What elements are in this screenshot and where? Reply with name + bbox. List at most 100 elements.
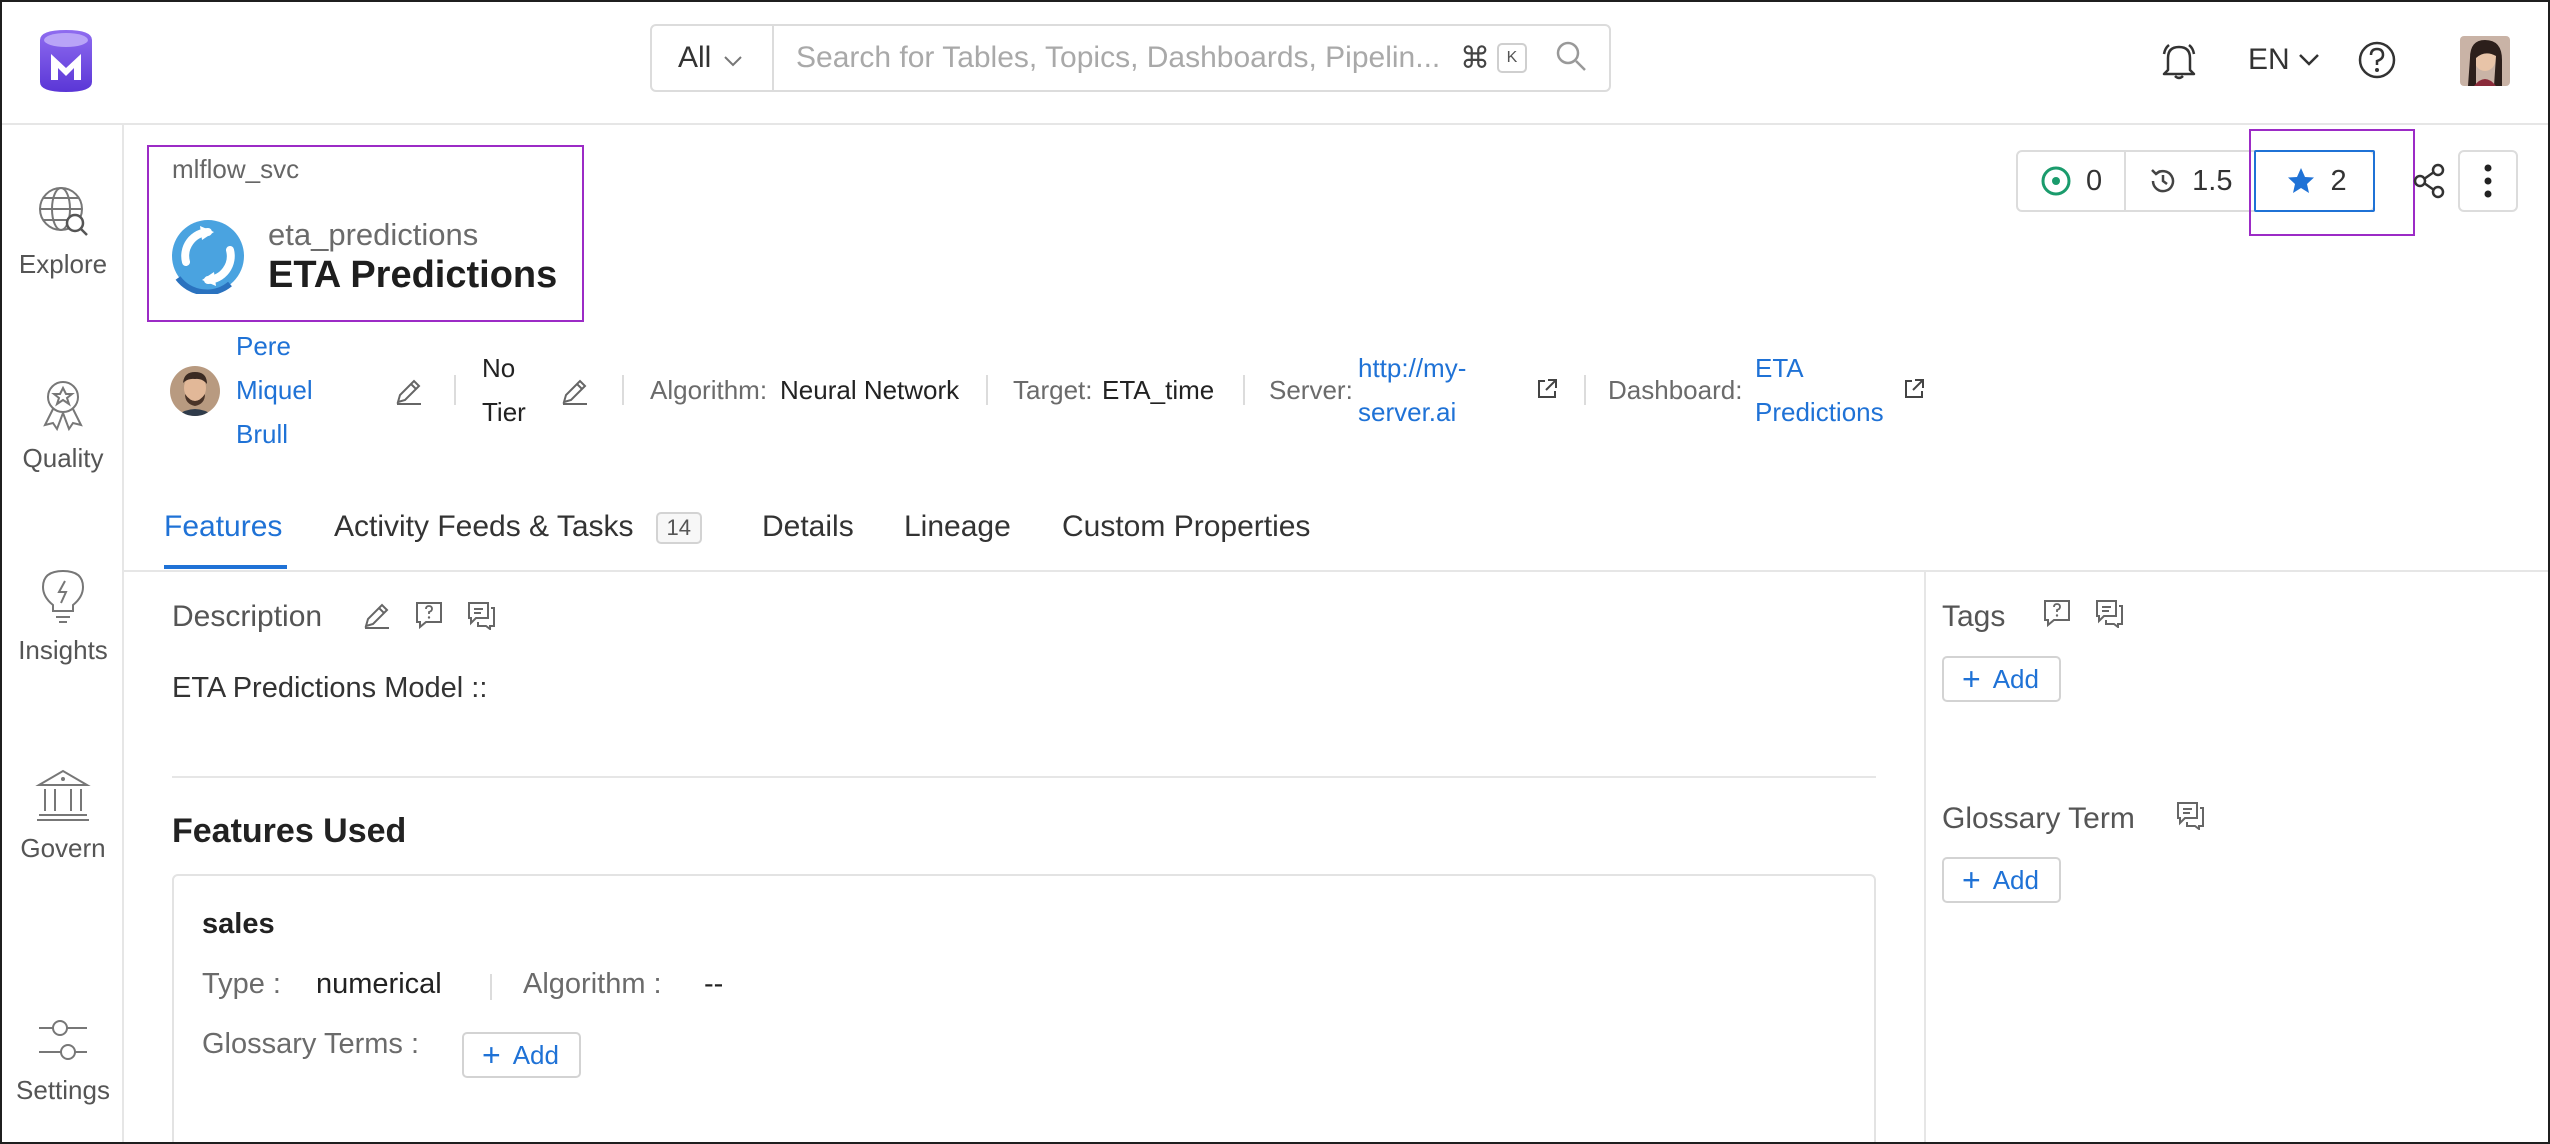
edit-owner-pencil-icon[interactable] — [394, 376, 424, 411]
external-link-icon[interactable] — [1902, 377, 1926, 406]
description-title: Description — [172, 600, 323, 633]
server-link-line1[interactable]: http://my- — [1358, 346, 1466, 390]
version-button[interactable]: 1.5 — [2126, 152, 2257, 210]
description-conversation-icon[interactable] — [466, 600, 496, 635]
tab-features[interactable]: Features — [164, 510, 282, 544]
entity-tabs: Features Activity Feeds & Tasks 14 Detail… — [124, 492, 2548, 572]
explore-globe-icon — [39, 187, 88, 236]
follow-button[interactable]: 0 — [2018, 152, 2127, 210]
nav-insights-label: Insights — [18, 635, 108, 665]
chevron-down-icon — [723, 41, 743, 75]
add-label: Add — [512, 1039, 559, 1070]
language-value: EN — [2248, 43, 2290, 76]
search-input[interactable]: Search for Tables, Topics, Dashboards, P… — [774, 41, 1453, 75]
entity-name: eta_predictions — [268, 217, 479, 252]
nav-govern[interactable]: Govern — [2, 767, 124, 864]
feature-type-label: Type : — [202, 968, 281, 1000]
add-glossary-term-button[interactable]: + Add — [1942, 857, 2061, 903]
nav-quality[interactable]: Quality — [2, 375, 124, 474]
plus-icon: + — [482, 1037, 501, 1073]
quality-badge-icon — [43, 381, 83, 432]
features-used-title: Features Used — [172, 812, 407, 850]
nav-settings[interactable]: Settings — [2, 1015, 124, 1106]
tab-activity-feeds-label: Activity Feeds & Tasks — [334, 510, 634, 543]
glossary-term-title: Glossary Term — [1942, 802, 2135, 835]
entity-display-name: ETA Predictions — [268, 254, 558, 296]
tab-details[interactable]: Details — [762, 510, 854, 544]
algorithm-label: Algorithm: — [650, 375, 768, 405]
feature-algorithm-label: Algorithm : — [523, 968, 662, 1000]
section-divider — [172, 776, 1876, 778]
add-glossary-label: Add — [1992, 864, 2039, 895]
version-number: 1.5 — [2192, 164, 2233, 197]
nav-quality-label: Quality — [22, 443, 104, 473]
owner-name-line3[interactable]: Brull — [236, 412, 288, 456]
owner-avatar — [170, 366, 220, 416]
feature-type-value: numerical — [316, 968, 442, 1000]
star-button-highlight — [2249, 129, 2415, 236]
add-tag-button[interactable]: + Add — [1942, 656, 2061, 702]
help-icon[interactable] — [2357, 32, 2397, 88]
service-breadcrumb[interactable]: mlflow_svc — [172, 154, 299, 185]
app-logo[interactable] — [36, 28, 96, 94]
share-icon[interactable] — [2399, 150, 2459, 212]
left-navigation: Explore Quality Insights Govern Settings — [2, 125, 124, 1142]
dashboard-link-line1[interactable]: ETA — [1755, 346, 1804, 390]
feature-glossary-label: Glossary Terms : — [202, 1028, 420, 1060]
search-scope-select[interactable]: All — [652, 26, 774, 90]
edit-description-pencil-icon[interactable] — [362, 600, 392, 635]
more-options-icon[interactable] — [2458, 150, 2518, 212]
feature-card: sales Type : numerical Algorithm : -- Gl… — [172, 874, 1876, 1142]
activity-count-badge: 14 — [655, 512, 703, 545]
tab-lineage[interactable]: Lineage — [904, 510, 1011, 544]
nav-settings-label: Settings — [16, 1075, 110, 1105]
history-icon — [2151, 169, 2175, 193]
settings-sliders-icon — [39, 1020, 87, 1060]
chevron-down-icon — [2298, 54, 2319, 66]
followers-count: 0 — [2086, 164, 2103, 197]
mlmodel-icon — [170, 218, 246, 296]
description-text: ETA Predictions Model :: — [172, 672, 488, 704]
plus-icon: + — [1962, 862, 1981, 898]
govern-building-icon — [35, 769, 91, 821]
insights-bulb-icon — [41, 569, 85, 623]
meta-separator — [454, 375, 456, 405]
tier-line1: No — [482, 353, 516, 383]
search-scope-value: All — [678, 41, 712, 74]
feature-separator — [490, 974, 492, 1000]
feature-algorithm-value: -- — [704, 968, 724, 1000]
request-tags-icon[interactable] — [2042, 598, 2072, 633]
feature-glossary-add-button[interactable]: + Add — [462, 1032, 581, 1078]
meta-separator — [1243, 375, 1245, 405]
command-key-hint: ⌘ — [1460, 41, 1490, 75]
tab-custom-properties[interactable]: Custom Properties — [1062, 510, 1310, 544]
owner-name-line2[interactable]: Miquel — [236, 368, 313, 412]
add-tag-label: Add — [1992, 663, 2039, 694]
language-select[interactable]: EN — [2248, 32, 2320, 88]
meta-separator — [1584, 375, 1586, 405]
tab-activity-feeds[interactable]: Activity Feeds & Tasks 14 — [334, 510, 703, 545]
active-tab-indicator — [164, 565, 287, 569]
k-key-hint: K — [1497, 43, 1527, 73]
user-avatar[interactable] — [2460, 36, 2510, 86]
notifications-bell-icon[interactable] — [2160, 32, 2198, 88]
plus-icon: + — [1962, 661, 1981, 697]
algorithm-value: Neural Network — [780, 375, 960, 405]
request-description-icon[interactable] — [414, 600, 444, 635]
dashboard-link-line2[interactable]: Predictions — [1755, 390, 1884, 434]
target-value: ETA_time — [1102, 375, 1215, 405]
nav-explore[interactable]: Explore — [2, 183, 124, 280]
edit-tier-pencil-icon[interactable] — [560, 376, 590, 411]
glossary-conversation-icon[interactable] — [2175, 800, 2205, 835]
meta-separator — [622, 375, 624, 405]
nav-explore-label: Explore — [18, 249, 108, 279]
search-icon[interactable] — [1555, 40, 1587, 77]
external-link-icon[interactable] — [1535, 377, 1559, 406]
nav-insights[interactable]: Insights — [2, 567, 124, 666]
server-link-line2[interactable]: server.ai — [1358, 390, 1456, 434]
tags-conversation-icon[interactable] — [2094, 598, 2124, 633]
app-window: All Search for Tables, Topics, Dashboard… — [0, 0, 2550, 1144]
server-label: Server: — [1269, 375, 1353, 405]
owner-name-line1[interactable]: Pere — [236, 324, 291, 368]
follow-circle-icon — [2041, 166, 2071, 196]
